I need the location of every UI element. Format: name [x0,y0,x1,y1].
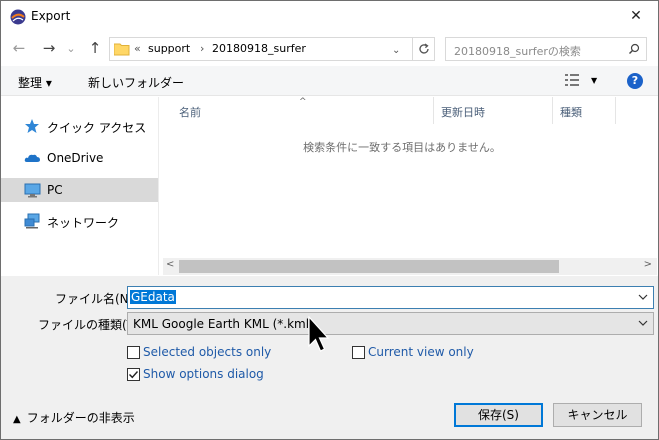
cloud-icon [24,150,41,166]
nav-label: PC [47,183,63,197]
nav-item-network[interactable]: ネットワーク [1,209,158,233]
nav-label: クイック アクセス [47,121,147,135]
navigation-bar: ← → ⌄ ↑ « support › 20180918_surfer ⌄ 20… [1,34,658,64]
selected-objects-label[interactable]: Selected objects only [143,345,271,359]
nav-label: ネットワーク [47,216,120,230]
navigation-pane: クイック アクセス OneDrive PC ネットワーク [1,97,159,275]
new-folder-button[interactable]: 新しいフォルダー [88,74,184,91]
network-icon [24,213,41,229]
show-options-label[interactable]: Show options dialog [143,367,264,381]
column-divider[interactable] [615,97,616,124]
forward-button[interactable]: → [39,38,59,58]
mouse-cursor-icon [308,315,330,359]
star-icon [24,118,41,134]
filename-label: ファイル名(N): [55,292,138,306]
column-divider[interactable] [433,97,434,124]
scroll-right-icon[interactable]: > [644,259,652,270]
close-button[interactable]: ✕ [624,5,648,27]
app-icon [10,9,26,25]
column-divider[interactable] [552,97,553,124]
column-header-type[interactable]: 種類 [560,104,582,120]
export-dialog: Export ✕ ← → ⌄ ↑ « support › 20180918_su… [0,0,659,440]
search-box[interactable]: 20180918_surferの検索 [445,37,647,61]
address-dropdown-icon[interactable]: ⌄ [392,45,400,56]
refresh-icon [418,43,429,54]
command-bar: 整理 ▾ 新しいフォルダー ▼ ? [1,66,658,96]
title-bar: Export ✕ [1,1,658,32]
breadcrumb-current-folder[interactable]: 20180918_surfer [212,42,306,55]
chevron-up-icon: ▲ [13,414,21,425]
computer-icon [24,182,41,198]
forward-arrow-icon: → [42,39,56,57]
back-arrow-icon: ← [12,39,26,57]
filename-field[interactable]: GEdata [127,286,654,309]
selected-objects-checkbox[interactable] [127,346,140,359]
up-arrow-icon: ↑ [88,39,102,57]
refresh-button[interactable] [413,37,435,61]
view-dropdown-icon[interactable]: ▼ [591,76,597,85]
search-icon[interactable] [628,43,640,58]
breadcrumb-separator: › [200,42,205,55]
column-header-name[interactable]: 名前 [179,104,201,120]
file-list[interactable]: ^ 名前 更新日時 種類 検索条件に一致する項目はありません。 [163,97,657,275]
folder-icon [113,42,130,59]
filename-input[interactable]: GEdata [130,290,176,304]
column-header-modified[interactable]: 更新日時 [441,104,485,120]
help-icon[interactable]: ? [627,73,643,89]
checkmark-icon [129,371,139,379]
up-button[interactable]: ↑ [85,38,105,58]
current-view-label[interactable]: Current view only [368,345,474,359]
window-title: Export [31,9,71,23]
chevron-down-icon[interactable] [638,291,648,305]
filetype-select[interactable]: KML Google Earth KML (*.kml) [127,312,654,335]
hide-folders-label: フォルダーの非表示 [26,411,135,425]
view-options-icon[interactable] [565,74,581,89]
address-bar[interactable]: « support › 20180918_surfer ⌄ [109,37,413,61]
recent-locations-button[interactable]: ⌄ [64,38,78,58]
sort-indicator-icon: ^ [299,97,307,107]
filetype-value: KML Google Earth KML (*.kml) [133,317,314,331]
breadcrumb-overflow[interactable]: « [134,42,141,55]
scroll-left-icon[interactable]: < [166,259,174,270]
close-icon: ✕ [630,8,642,24]
organize-menu[interactable]: 整理 ▾ [18,74,52,91]
current-view-checkbox[interactable] [352,346,365,359]
search-input[interactable]: 20180918_surferの検索 [454,43,581,59]
scrollbar-thumb[interactable] [179,260,559,273]
nav-item-pc[interactable]: PC [1,178,158,202]
horizontal-scrollbar[interactable]: < > [163,258,657,275]
hide-folders-button[interactable]: ▲ フォルダーの非表示 [13,409,135,426]
nav-label: OneDrive [47,151,104,165]
back-button[interactable]: ← [9,38,29,58]
breadcrumb-support[interactable]: support [148,42,190,55]
empty-message: 検索条件に一致する項目はありません。 [303,141,501,154]
chevron-down-icon: ⌄ [66,41,76,55]
cancel-button[interactable]: キャンセル [553,403,642,427]
nav-item-quick-access[interactable]: クイック アクセス [1,114,158,138]
nav-item-onedrive[interactable]: OneDrive [1,146,158,170]
chevron-down-icon[interactable] [638,317,648,331]
show-options-checkbox[interactable] [127,368,140,381]
save-button[interactable]: 保存(S) [454,403,543,427]
